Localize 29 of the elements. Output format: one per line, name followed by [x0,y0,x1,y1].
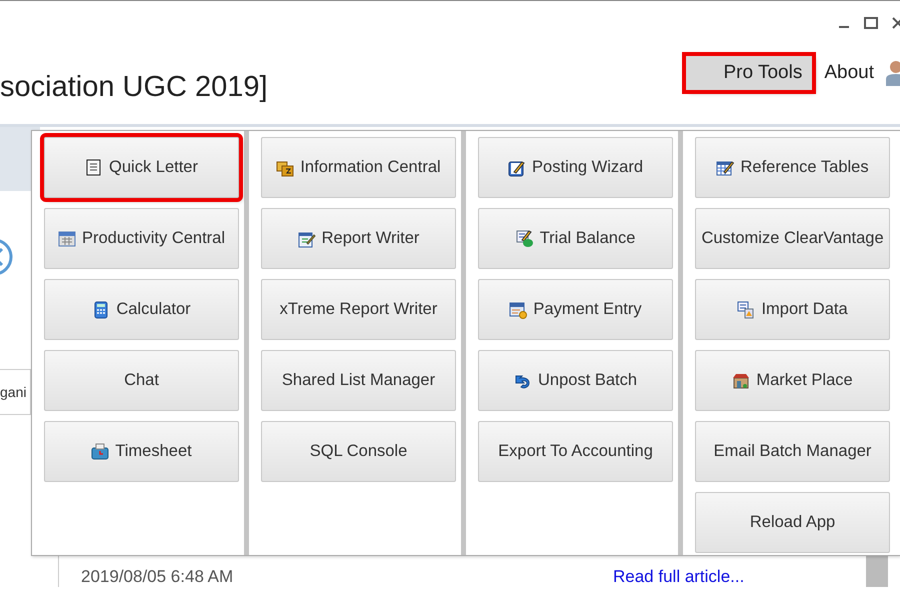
tool-button[interactable]: Trial Balance [478,208,674,269]
tool-button[interactable]: Information Central [261,137,456,198]
tool-button[interactable]: Import Data [695,279,890,340]
tool-button[interactable]: Email Batch Manager [695,421,890,482]
tool-button[interactable]: Reference Tables [695,137,890,198]
tool-button[interactable]: Unpost Batch [478,350,674,411]
tool-button[interactable]: Payment Entry [478,279,674,340]
maximize-icon[interactable] [864,17,878,29]
menu-button[interactable]: About [820,56,878,90]
tool-button[interactable]: Timesheet [44,421,239,482]
tool-button[interactable]: xTreme Report Writer [261,279,456,340]
window-title: sociation UGC 2019] [0,71,268,104]
tool-button[interactable]: Customize ClearVantage [695,208,890,269]
tool-button[interactable]: Market Place [695,350,890,411]
menu-button[interactable]: Pro Tools [686,56,812,90]
close-icon[interactable] [892,17,900,29]
read-more-link[interactable]: Read full article... [613,567,744,587]
tool-button[interactable]: Chat [44,350,239,411]
tool-button[interactable]: Report Writer [261,208,456,269]
tool-button[interactable]: Export To Accounting [478,421,674,482]
user-icon[interactable] [886,60,900,86]
tool-button[interactable]: Shared List Manager [261,350,456,411]
tool-button[interactable]: SQL Console [261,421,456,482]
scrollbar[interactable] [866,556,888,587]
tool-button[interactable]: Posting Wizard [478,137,674,198]
article-date: 2019/08/05 6:48 AM [81,567,234,587]
tool-button[interactable]: Productivity Central [44,208,239,269]
tool-button[interactable]: Reload App [695,492,890,553]
tool-button[interactable]: Calculator [44,279,239,340]
